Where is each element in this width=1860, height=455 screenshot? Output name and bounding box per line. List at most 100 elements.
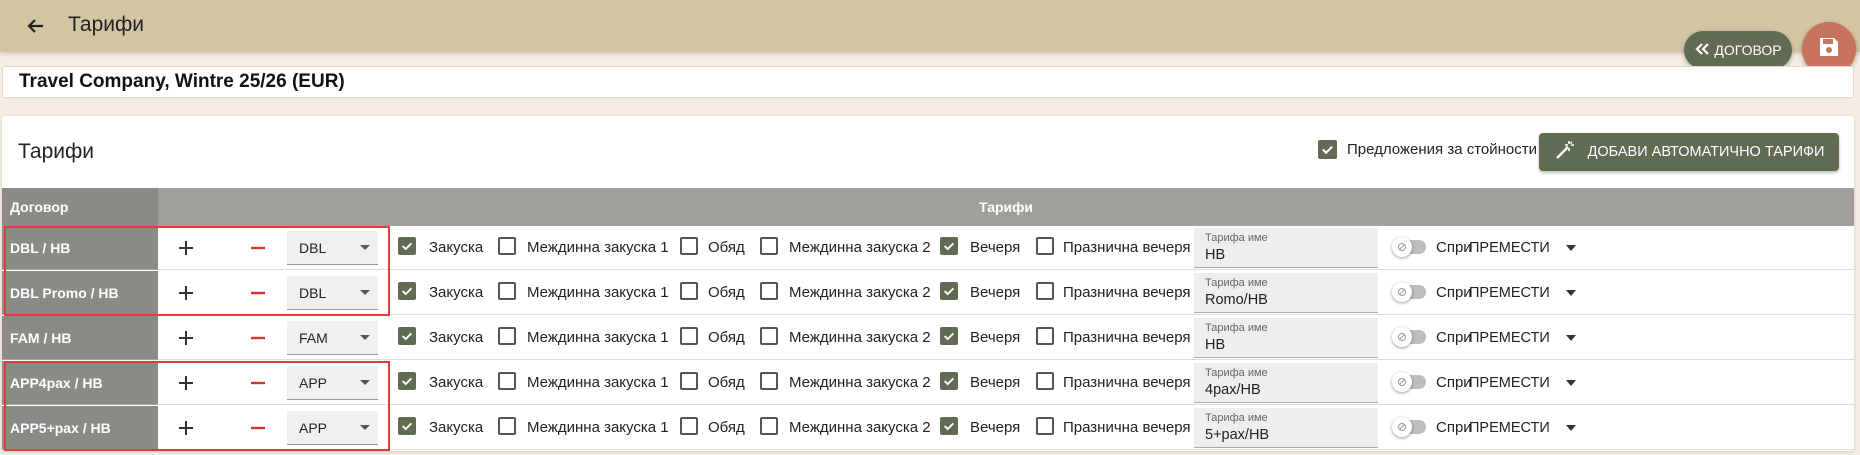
header-rates: Тарифи [158, 188, 1854, 226]
meal-label: Празнична вечеря [1063, 284, 1191, 301]
double-chevron-left-icon [1694, 42, 1710, 59]
room-type-value: APP [299, 419, 328, 436]
meal-checkbox[interactable] [680, 372, 698, 390]
move-dropdown[interactable]: ПРЕМЕСТИ [1467, 322, 1619, 354]
meal-label: Празнична вечеря [1063, 329, 1191, 346]
back-arrow-icon[interactable] [22, 12, 50, 40]
move-dropdown[interactable]: ПРЕМЕСТИ [1467, 412, 1619, 444]
meal-checkbox[interactable] [760, 282, 778, 300]
meal-checkbox[interactable] [940, 237, 958, 255]
card-title: Тарифи [18, 140, 94, 163]
rates-card: Тарифи Предложения за стойности ДОБАВИ А… [2, 116, 1854, 451]
room-type-select[interactable]: APP [287, 411, 378, 445]
add-icon[interactable] [174, 236, 198, 260]
offers-checkbox-box[interactable] [1318, 140, 1337, 159]
rate-name-value: 5+pax/HB [1205, 427, 1270, 443]
meal-label: Междинна закуска 1 [527, 329, 669, 346]
meal-checkbox[interactable] [498, 282, 516, 300]
add-auto-rates-label: ДОБАВИ АВТОМАТИЧНО ТАРИФИ [1587, 144, 1825, 160]
room-type-select[interactable]: DBL [287, 231, 378, 265]
meal-checkbox[interactable] [680, 417, 698, 435]
dropdown-arrow-icon [1565, 245, 1576, 251]
meal-checkbox[interactable] [498, 327, 516, 345]
remove-icon[interactable] [246, 416, 270, 440]
dropdown-arrow-icon [1565, 335, 1576, 341]
table-header: Договор Тарифи [2, 188, 1854, 226]
meal-label: Междинна закуска 2 [789, 239, 931, 256]
meal-label: Празнична вечеря [1063, 239, 1191, 256]
rate-name-field[interactable]: Тарифа име Romo/HB [1194, 273, 1378, 313]
rate-name-field[interactable]: Тарифа име 5+pax/HB [1194, 408, 1378, 448]
meal-checkbox[interactable] [940, 327, 958, 345]
meal-checkbox[interactable] [398, 372, 416, 390]
meal-checkbox[interactable] [1036, 237, 1054, 255]
remove-icon[interactable] [246, 326, 270, 350]
meal-checkbox[interactable] [1036, 417, 1054, 435]
remove-icon[interactable] [246, 236, 270, 260]
meal-checkbox[interactable] [398, 237, 416, 255]
meal-checkbox[interactable] [1036, 327, 1054, 345]
dropdown-arrow-icon [360, 425, 370, 430]
meal-checkbox[interactable] [398, 282, 416, 300]
contract-name-field[interactable]: Travel Company, Wintre 25/26 (EUR) [2, 66, 1854, 98]
table-row: DBL / HB DBL Закуска Междинна закуска 1 Обяд… [2, 226, 1854, 270]
meal-checkbox[interactable] [940, 282, 958, 300]
meal-checkbox[interactable] [680, 327, 698, 345]
contract-button-label: ДОГОВОР [1714, 42, 1782, 58]
room-type-select[interactable]: DBL [287, 276, 378, 310]
move-dropdown[interactable]: ПРЕМЕСТИ [1467, 232, 1619, 264]
add-icon[interactable] [174, 416, 198, 440]
move-dropdown[interactable]: ПРЕМЕСТИ [1467, 367, 1619, 399]
meal-label: Празнична вечеря [1063, 374, 1191, 391]
room-type-select[interactable]: APP [287, 366, 378, 400]
row-contract-label: APP5+pax / HB [2, 406, 158, 450]
meal-checkbox[interactable] [498, 417, 516, 435]
move-dropdown[interactable]: ПРЕМЕСТИ [1467, 277, 1619, 309]
meal-label: Закуска [429, 419, 484, 436]
page-title: Тарифи [68, 13, 144, 36]
add-icon[interactable] [174, 326, 198, 350]
stop-knob-icon [1392, 282, 1412, 302]
dropdown-arrow-icon [1565, 290, 1576, 296]
rate-name-field[interactable]: Тарифа име HB [1194, 318, 1378, 358]
offers-checkbox[interactable]: Предложения за стойности [1318, 140, 1537, 159]
stop-toggle[interactable] [1392, 237, 1426, 257]
add-icon[interactable] [174, 371, 198, 395]
meal-label: Междинна закуска 1 [527, 374, 669, 391]
meal-checkbox[interactable] [498, 372, 516, 390]
meal-checkbox[interactable] [940, 417, 958, 435]
room-type-value: DBL [299, 284, 327, 301]
meal-checkbox[interactable] [760, 327, 778, 345]
meal-label: Вечеря [970, 284, 1021, 301]
meal-checkbox[interactable] [498, 237, 516, 255]
meal-checkbox[interactable] [760, 237, 778, 255]
rate-name-label: Тарифа име [1205, 277, 1268, 289]
meal-checkbox[interactable] [680, 282, 698, 300]
room-type-value: DBL [299, 239, 327, 256]
meal-checkbox[interactable] [760, 417, 778, 435]
meal-checkbox[interactable] [760, 372, 778, 390]
move-label: ПРЕМЕСТИ [1469, 285, 1550, 301]
meal-checkbox[interactable] [398, 327, 416, 345]
meal-checkbox[interactable] [398, 417, 416, 435]
stop-toggle[interactable] [1392, 282, 1426, 302]
remove-icon[interactable] [246, 281, 270, 305]
stop-toggle[interactable] [1392, 372, 1426, 392]
meal-checkbox[interactable] [1036, 372, 1054, 390]
rate-name-field[interactable]: Тарифа име 4pax/HB [1194, 363, 1378, 403]
rate-name-label: Тарифа име [1205, 412, 1268, 424]
meal-checkbox[interactable] [1036, 282, 1054, 300]
remove-icon[interactable] [246, 371, 270, 395]
contract-button[interactable]: ДОГОВОР [1684, 31, 1792, 69]
dropdown-arrow-icon [1565, 425, 1576, 431]
stop-toggle[interactable] [1392, 417, 1426, 437]
rate-name-field[interactable]: Тарифа име HB [1194, 228, 1378, 268]
add-auto-rates-button[interactable]: ДОБАВИ АВТОМАТИЧНО ТАРИФИ [1539, 133, 1839, 171]
rate-name-label: Тарифа име [1205, 367, 1268, 379]
stop-toggle[interactable] [1392, 327, 1426, 347]
room-type-select[interactable]: FAM [287, 321, 378, 355]
add-icon[interactable] [174, 281, 198, 305]
meal-checkbox[interactable] [680, 237, 698, 255]
meal-label: Закуска [429, 239, 484, 256]
meal-checkbox[interactable] [940, 372, 958, 390]
